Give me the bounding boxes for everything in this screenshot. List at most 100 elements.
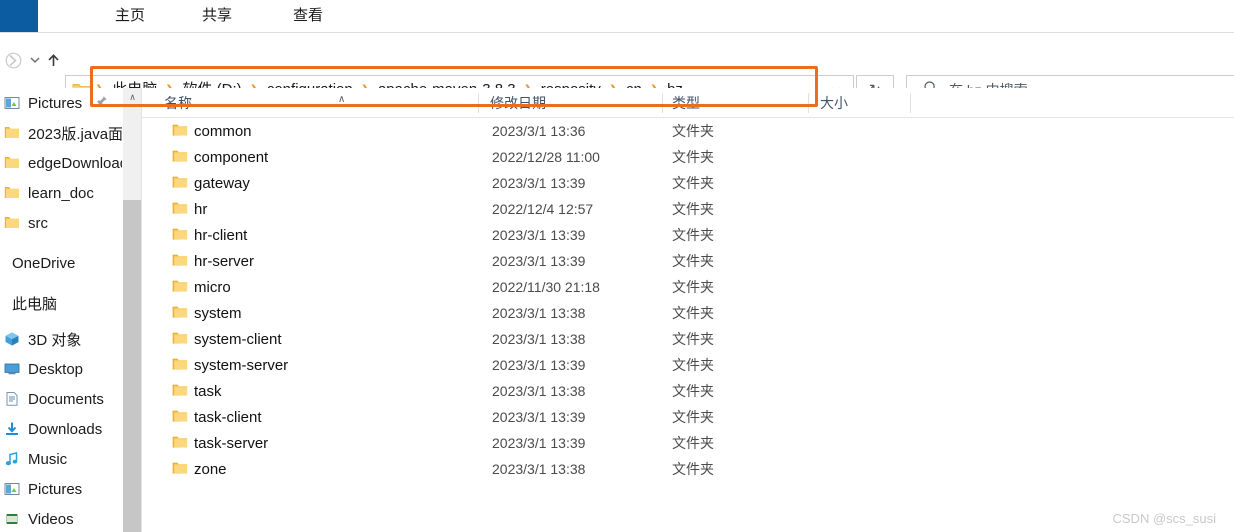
nav-item-label: Music: [28, 450, 68, 468]
nav-item-2023-java[interactable]: 2023版.java面试: [0, 118, 122, 148]
column-header-date[interactable]: 修改日期: [490, 88, 546, 118]
table-row[interactable]: zone 2023/3/1 13:38 文件夹: [142, 456, 1234, 482]
tab-home[interactable]: 主页: [105, 0, 155, 32]
file-name-cell[interactable]: hr-client: [194, 227, 247, 244]
tab-view[interactable]: 查看: [283, 0, 333, 32]
table-row[interactable]: hr 2022/12/4 12:57 文件夹: [142, 196, 1234, 222]
table-row[interactable]: hr-server 2023/3/1 13:39 文件夹: [142, 248, 1234, 274]
nav-item-label: Pictures: [28, 94, 83, 112]
folder-icon: [4, 155, 21, 172]
tab-file[interactable]: [0, 0, 38, 32]
file-date-cell: 2023/3/1 13:39: [492, 253, 586, 269]
nav-item-learn-doc[interactable]: learn_doc: [0, 178, 122, 208]
nav-item-documents[interactable]: Documents: [0, 384, 122, 414]
scrollbar-up-arrow-icon[interactable]: ∧: [123, 88, 142, 106]
file-date-cell: 2023/3/1 13:39: [492, 175, 586, 191]
table-row[interactable]: system-server 2023/3/1 13:39 文件夹: [142, 352, 1234, 378]
scrollbar-thumb[interactable]: [123, 200, 142, 532]
table-row[interactable]: component 2022/12/28 11:00 文件夹: [142, 144, 1234, 170]
file-date-cell: 2023/3/1 13:38: [492, 305, 586, 321]
nav-item-videos[interactable]: Videos: [0, 504, 122, 532]
file-type-cell: 文件夹: [672, 383, 714, 399]
file-name-cell[interactable]: component: [194, 149, 268, 166]
file-type-cell: 文件夹: [672, 227, 714, 243]
navigation-pane[interactable]: Pictures 2023版.java面试 edgeDownload learn_do…: [0, 88, 122, 532]
table-row[interactable]: micro 2022/11/30 21:18 文件夹: [142, 274, 1234, 300]
file-name-cell[interactable]: micro: [194, 279, 231, 296]
folder-icon: [172, 227, 188, 246]
nav-item-pictures[interactable]: Pictures: [0, 88, 122, 118]
file-type-cell: 文件夹: [672, 123, 714, 139]
nav-item-desktop[interactable]: Desktop: [0, 354, 122, 384]
file-date-cell: 2022/12/4 12:57: [492, 201, 594, 217]
folder-icon: [4, 125, 21, 142]
nav-item-label: Documents: [28, 390, 104, 408]
table-row[interactable]: task-server 2023/3/1 13:39 文件夹: [142, 430, 1234, 456]
nav-item-edgedownload[interactable]: edgeDownload: [0, 148, 122, 178]
file-explorer-window: 主页 共享 查看 Pictures 2023版.java面 edgeDownlo…: [0, 0, 1234, 532]
file-name-cell[interactable]: common: [194, 123, 252, 140]
file-name-cell[interactable]: task-server: [194, 435, 268, 452]
nav-item-label: Desktop: [28, 360, 84, 378]
nav-item-music[interactable]: Music: [0, 444, 122, 474]
file-type-cell: 文件夹: [672, 201, 714, 217]
table-row[interactable]: system 2023/3/1 13:38 文件夹: [142, 300, 1234, 326]
column-header-type[interactable]: 类型: [672, 88, 700, 118]
nav-item-[interactable]: 此电脑: [0, 288, 122, 318]
table-row[interactable]: system-client 2023/3/1 13:38 文件夹: [142, 326, 1234, 352]
folder-icon: [172, 331, 188, 350]
file-date-cell: 2023/3/1 13:38: [492, 461, 586, 477]
file-date-cell: 2023/3/1 13:38: [492, 331, 586, 347]
folder-icon: [172, 461, 188, 480]
column-header-name[interactable]: 名称 ∧: [164, 88, 345, 118]
file-name-cell[interactable]: system: [194, 305, 242, 322]
file-name-cell[interactable]: task: [194, 383, 222, 400]
folder-icon: [172, 279, 188, 298]
folder-icon: [172, 201, 188, 220]
folder-icon: [172, 409, 188, 428]
navigation-pane-scrollbar[interactable]: ∧: [122, 88, 142, 532]
column-divider[interactable]: [910, 93, 911, 113]
file-name-cell[interactable]: task-client: [194, 409, 262, 426]
file-type-cell: 文件夹: [672, 357, 714, 373]
file-name-cell[interactable]: zone: [194, 461, 227, 478]
videos-icon: [4, 511, 21, 528]
table-row[interactable]: gateway 2023/3/1 13:39 文件夹: [142, 170, 1234, 196]
nav-item-pictures[interactable]: Pictures: [0, 474, 122, 504]
nav-item-label: src: [28, 214, 48, 232]
column-divider[interactable]: [808, 93, 809, 113]
file-name-cell[interactable]: system-server: [194, 357, 288, 374]
table-row[interactable]: task-client 2023/3/1 13:39 文件夹: [142, 404, 1234, 430]
file-type-cell: 文件夹: [672, 331, 714, 347]
file-name-cell[interactable]: hr: [194, 201, 207, 218]
nav-item-label: Videos: [28, 510, 74, 528]
file-date-cell: 2023/3/1 13:39: [492, 357, 586, 373]
downloads-icon: [4, 421, 21, 438]
table-row[interactable]: task 2023/3/1 13:38 文件夹: [142, 378, 1234, 404]
file-date-cell: 2023/3/1 13:39: [492, 435, 586, 451]
nav-item-label: Downloads: [28, 420, 103, 438]
file-date-cell: 2023/3/1 13:38: [492, 383, 586, 399]
folder-icon: [172, 123, 188, 142]
file-name-cell[interactable]: system-client: [194, 331, 282, 348]
nav-item-onedrive[interactable]: OneDrive: [0, 248, 122, 278]
desktop-icon: [4, 361, 21, 378]
file-date-cell: 2022/11/30 21:18: [492, 279, 600, 295]
tab-share[interactable]: 共享: [192, 0, 242, 32]
column-divider[interactable]: [662, 93, 663, 113]
watermark: CSDN @scs_susi: [1112, 511, 1217, 526]
table-row[interactable]: hr-client 2023/3/1 13:39 文件夹: [142, 222, 1234, 248]
file-name-cell[interactable]: gateway: [194, 175, 250, 192]
nav-item-3d[interactable]: 3D 对象: [0, 324, 122, 354]
nav-item-label: OneDrive: [12, 254, 76, 272]
up-button[interactable]: [40, 47, 66, 73]
pictures-icon: [4, 481, 21, 498]
column-header-size[interactable]: 大小: [820, 88, 848, 118]
pin-icon[interactable]: [95, 95, 108, 111]
pictures-icon: [4, 95, 21, 112]
nav-item-downloads[interactable]: Downloads: [0, 414, 122, 444]
column-divider[interactable]: [478, 93, 479, 113]
nav-item-src[interactable]: src: [0, 208, 122, 238]
table-row[interactable]: common 2023/3/1 13:36 文件夹: [142, 118, 1234, 144]
file-name-cell[interactable]: hr-server: [194, 253, 254, 270]
